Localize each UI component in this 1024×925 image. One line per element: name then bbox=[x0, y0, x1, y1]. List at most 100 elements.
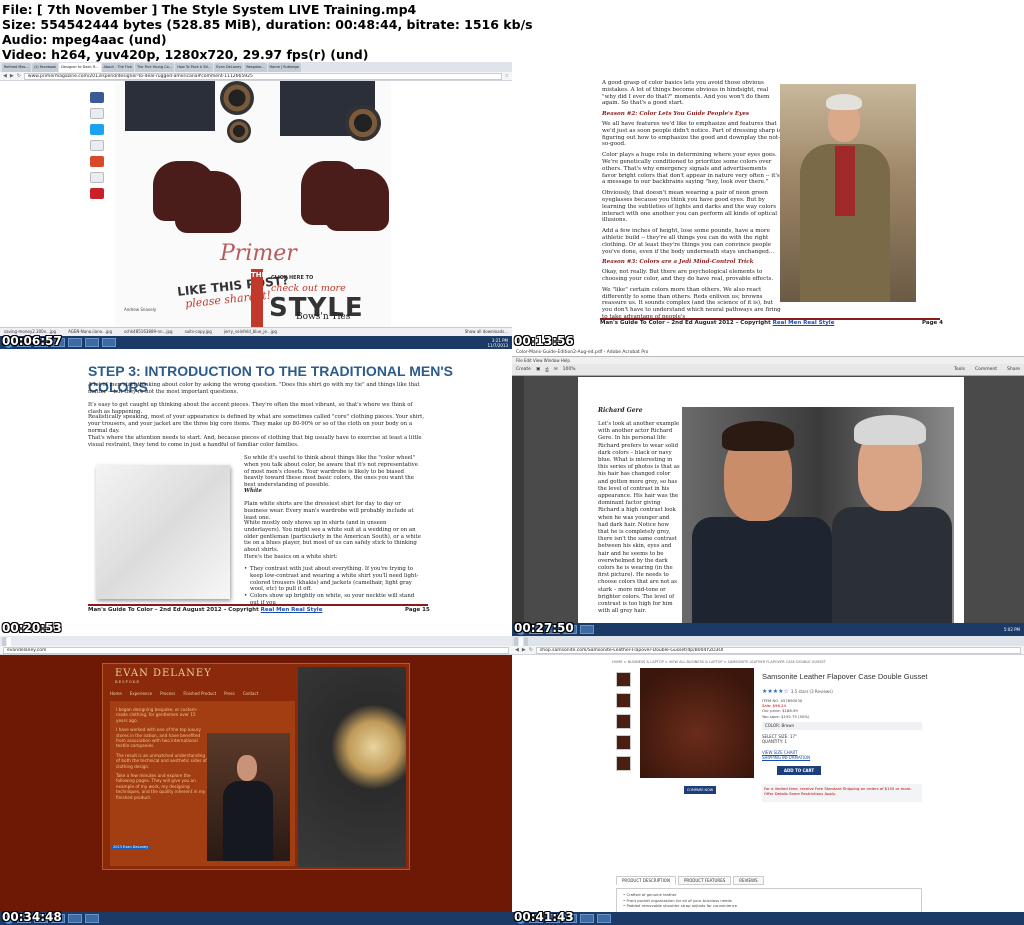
nav-home[interactable]: Home bbox=[110, 691, 122, 696]
product-main-image[interactable] bbox=[640, 668, 754, 778]
site-footer[interactable]: 2013 Evan DeLaney bbox=[111, 845, 151, 849]
acrobat-menu-bar[interactable]: File Edit View Window Help bbox=[512, 357, 1024, 364]
taskbar-app-icon[interactable] bbox=[102, 338, 116, 347]
taskbar-app-icon[interactable] bbox=[580, 625, 594, 634]
nav-press[interactable]: Press bbox=[224, 691, 235, 696]
rating-stars[interactable]: ★★★★☆ 3.5 stars (3 Reviews) bbox=[762, 688, 833, 695]
print-icon[interactable]: ⎙ bbox=[545, 367, 549, 373]
tweet-button[interactable] bbox=[90, 124, 104, 135]
browser-tab[interactable]: Evan DeLaney bbox=[214, 63, 244, 72]
back-icon[interactable]: ◀ bbox=[3, 73, 7, 79]
back-icon[interactable]: ◀ bbox=[515, 647, 519, 653]
browser-tab[interactable] bbox=[514, 637, 518, 646]
taskbar-clock[interactable]: 5:02 PM bbox=[1004, 627, 1020, 632]
tweet-count bbox=[90, 140, 104, 151]
zoom-level[interactable]: 100% bbox=[563, 367, 576, 372]
email-icon[interactable]: ✉ bbox=[554, 367, 558, 372]
nav-experience[interactable]: Experience bbox=[130, 691, 152, 696]
taskbar-app-icon[interactable] bbox=[597, 914, 611, 923]
navigation-panel[interactable] bbox=[512, 376, 524, 636]
download-item[interactable]: suits-copy.jpg bbox=[185, 329, 212, 335]
paragraph: Let's look at another example with anoth… bbox=[598, 421, 680, 615]
comment-tab[interactable]: Comment bbox=[975, 367, 997, 372]
paragraph: The result is an unmatched understanding… bbox=[116, 752, 207, 769]
product-thumbnail[interactable] bbox=[616, 714, 631, 729]
browser-tab[interactable]: The Five Young Co... bbox=[134, 63, 175, 72]
browser-tab-active[interactable]: Designer to Deal: R... bbox=[59, 63, 101, 72]
browser-tab[interactable]: Bespoke... bbox=[244, 63, 267, 72]
url-field[interactable]: www.primermagazine.com/2013/spend/design… bbox=[23, 72, 502, 80]
like-count bbox=[90, 108, 104, 119]
taskbar-clock[interactable]: 3:21 PM 11/7/2013 bbox=[487, 338, 508, 348]
paragraph: Add a few inches of height, lose some po… bbox=[602, 228, 775, 255]
quantity-select[interactable]: QUANTITY: 1 bbox=[762, 739, 810, 744]
browser-tab-bar bbox=[512, 636, 1024, 646]
pinterest-button[interactable] bbox=[90, 188, 104, 199]
taskbar-app-icon[interactable] bbox=[580, 914, 594, 923]
download-item[interactable]: jerry_seinfeld_blue_je...jpg bbox=[224, 329, 277, 335]
open-icon[interactable]: ▣ bbox=[536, 367, 540, 372]
share-tab[interactable]: Share bbox=[1007, 367, 1020, 372]
nav-finished-product[interactable]: Finished Product bbox=[183, 691, 216, 696]
product-thumbnail[interactable] bbox=[616, 672, 631, 687]
taskbar-app-icon[interactable] bbox=[85, 914, 99, 923]
man-in-tweed-jacket-photo bbox=[780, 84, 916, 302]
shipping-promo[interactable]: For a limited time, receive Free Standar… bbox=[762, 784, 922, 802]
boot-image bbox=[175, 171, 241, 233]
reload-icon[interactable]: ↻ bbox=[17, 73, 21, 79]
then-badge: THEN bbox=[251, 269, 272, 333]
tab-product-features[interactable]: PRODUCT FEATURES bbox=[677, 876, 732, 885]
facebook-like-button[interactable] bbox=[90, 92, 104, 103]
article-image: Primer LIKE THIS POST? please share it! … bbox=[115, 81, 391, 349]
browser-tab[interactable]: (1) Facebook bbox=[31, 63, 59, 72]
taskbar-app-icon[interactable] bbox=[68, 338, 82, 347]
show-all-downloads[interactable]: Show all downloads... bbox=[465, 329, 508, 335]
browser-tab[interactable]: About - The Five bbox=[101, 63, 134, 72]
browser-tab[interactable]: Refined Mas... bbox=[2, 63, 31, 72]
you-save: You save: $192.75 (50%) bbox=[762, 713, 810, 719]
add-to-cart-button[interactable]: ADD TO CART bbox=[777, 766, 821, 775]
forward-icon[interactable]: ▶ bbox=[522, 647, 526, 653]
url-field[interactable]: shop.samsonite.com/Samsonite-Leather-Fla… bbox=[535, 646, 1021, 654]
page-footer: Man's Guide To Color – 2nd Ed August 201… bbox=[88, 607, 322, 613]
bows-n-ties-ad[interactable]: Bows'n Ties bbox=[296, 312, 350, 322]
nav-contact[interactable]: Contact bbox=[243, 691, 259, 696]
forward-icon[interactable]: ▶ bbox=[10, 73, 14, 79]
taskbar-app-icon[interactable] bbox=[85, 338, 99, 347]
timestamp: 00:27:50 bbox=[514, 621, 574, 635]
click-here-text[interactable]: CLICK HERE TO bbox=[271, 275, 313, 281]
browser-tab-active[interactable] bbox=[519, 637, 523, 646]
browser-tab[interactable]: How To Pack A Sti... bbox=[175, 63, 214, 72]
product-thumbnail[interactable] bbox=[616, 756, 631, 771]
star-icon[interactable]: ☆ bbox=[505, 73, 509, 79]
breadcrumb[interactable]: HOME > BUSINESS & LAPTOP > VIEW ALL BUSI… bbox=[612, 660, 826, 664]
download-item[interactable]: AGEN-Nano.iiano...jpg bbox=[68, 329, 112, 335]
review-count[interactable]: 3.5 stars (3 Reviews) bbox=[791, 689, 833, 694]
browser-tab[interactable]: Home | Rutledge bbox=[267, 63, 301, 72]
timestamp: 00:34:48 bbox=[2, 910, 62, 924]
nav-process[interactable]: Process bbox=[160, 691, 175, 696]
browser-tab[interactable] bbox=[2, 637, 6, 646]
browser-tab-active[interactable] bbox=[7, 637, 11, 646]
product-thumbnail[interactable] bbox=[616, 735, 631, 750]
compare-now-button[interactable]: COMPARE NOW bbox=[684, 786, 716, 794]
description-text: Front pocket organization for all of you… bbox=[626, 897, 732, 903]
reload-icon[interactable]: ↻ bbox=[529, 647, 533, 653]
product-thumbnail[interactable] bbox=[616, 693, 631, 708]
tab-reviews[interactable]: REVIEWS bbox=[733, 876, 764, 885]
browser-tab[interactable] bbox=[524, 637, 528, 646]
shipping-info-link[interactable]: SHIPPING INFORMATION bbox=[762, 755, 810, 760]
tab-product-description[interactable]: PRODUCT DESCRIPTION bbox=[616, 876, 676, 885]
sweater-shape bbox=[835, 146, 855, 216]
taskbar-app-icon[interactable] bbox=[68, 914, 82, 923]
footer-link[interactable]: Real Men Real Style bbox=[261, 607, 323, 613]
color-selector[interactable]: COLOR: Brown bbox=[762, 722, 922, 730]
url-field[interactable]: evandelaney.com bbox=[3, 646, 509, 654]
tools-tab[interactable]: Tools bbox=[954, 367, 965, 372]
intro-text: I began designing bespoke, or custom-mad… bbox=[116, 707, 208, 804]
create-button[interactable]: Create bbox=[516, 367, 531, 372]
stumble-button[interactable] bbox=[90, 156, 104, 167]
evan-delaney-logo[interactable]: EVAN DELANEY bbox=[115, 668, 212, 679]
footer-link[interactable]: Real Men Real Style bbox=[773, 320, 835, 326]
download-item[interactable]: schk485163889-nn...jpg bbox=[124, 329, 173, 335]
